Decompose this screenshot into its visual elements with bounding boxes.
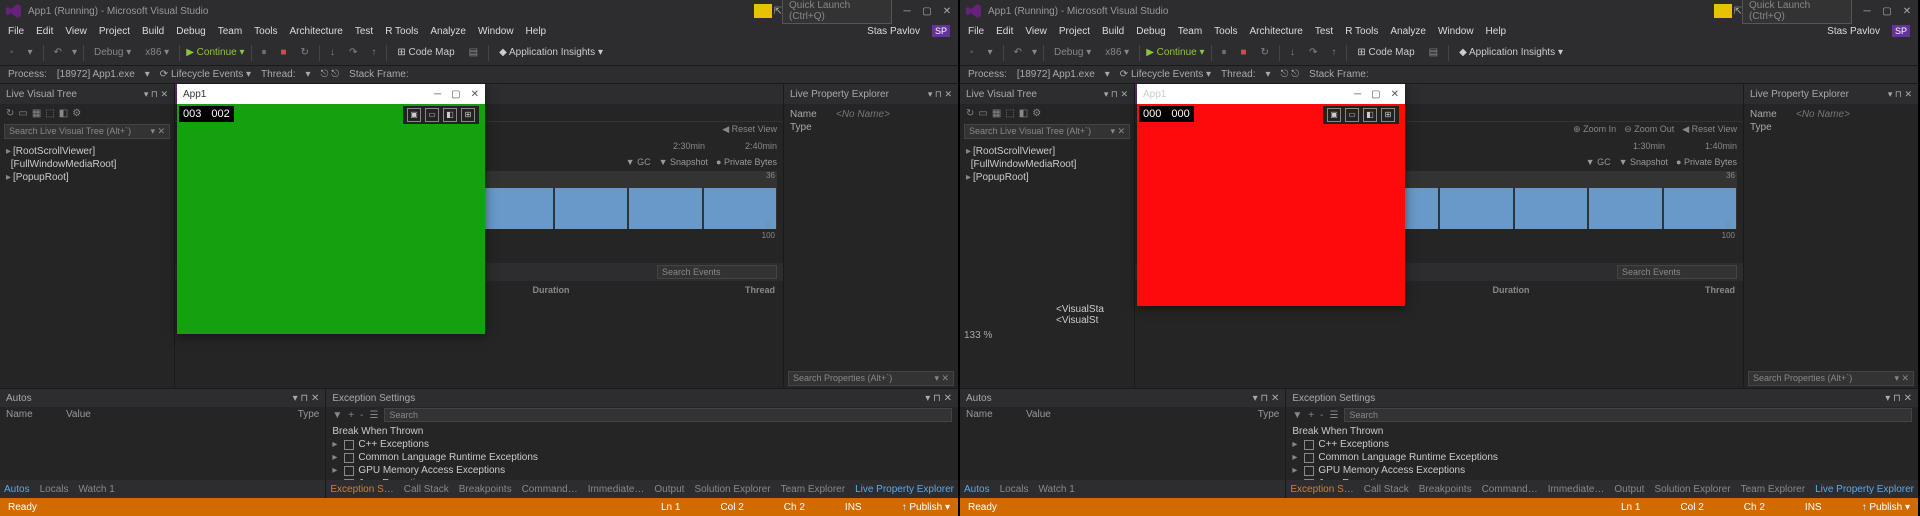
vs-logo-icon (6, 3, 22, 19)
lvt-search-input[interactable]: Search Live Visual Tree (Alt+`)▾ ✕ (4, 124, 170, 139)
go-to-live-tree-icon: ▣ (407, 108, 421, 122)
nav-back-icon[interactable]: ◦ (6, 46, 18, 59)
menu-window[interactable]: Window (478, 26, 514, 37)
pin-icon[interactable]: ▾ ⊓ ✕ (144, 89, 168, 100)
tool-icon[interactable]: ▤ (465, 46, 482, 59)
app-close-icon[interactable]: ✕ (471, 89, 479, 100)
menu-file[interactable]: File (8, 26, 24, 37)
frame-counter: 000000 (1139, 106, 1194, 122)
zoom-level[interactable]: 133 % (964, 330, 992, 341)
menu-bar: FileEditViewProjectBuildDebugTeamToolsAr… (960, 22, 1918, 40)
xaml-debug-toolbar[interactable]: ▣ ▭ ◧ ⊞ (403, 106, 479, 124)
titlebar: App1 (Running) - Microsoft Visual Studio… (0, 0, 958, 22)
panel-title-lpe: Live Property Explorer ▾ ⊓ ✕ (784, 84, 958, 104)
menu-test[interactable]: Test (355, 26, 373, 37)
process-label: Process: (8, 69, 47, 80)
quick-launch-input[interactable]: Quick Launch (Ctrl+Q) (1742, 0, 1852, 24)
vs-logo-icon (966, 3, 982, 19)
close-icon[interactable]: ✕ (942, 6, 952, 17)
tab-locals[interactable]: Locals (40, 484, 69, 495)
tab-output[interactable]: Output (654, 484, 684, 495)
tab-command[interactable]: Command… (522, 484, 578, 495)
menu-help[interactable]: Help (526, 26, 547, 37)
menu-bar: File Edit View Project Build Debug Team … (0, 22, 958, 40)
pin-icon[interactable]: ⇱ (774, 6, 782, 17)
pause-icon[interactable]: ⏸ (258, 46, 271, 59)
restart-icon[interactable]: ↻ (297, 46, 313, 59)
running-app-window: App1 ─▢✕ 003002 ▣▭◧⊞ (177, 84, 485, 334)
menu-rtools[interactable]: R Tools (385, 26, 418, 37)
tab-solution-explorer[interactable]: Solution Explorer (694, 484, 770, 495)
menu-view[interactable]: View (65, 26, 87, 37)
user-badge[interactable]: SP (932, 25, 950, 37)
maximize-icon[interactable]: ▢ (922, 6, 932, 17)
appinsights-button[interactable]: ◆ Application Insights ▾ (495, 46, 607, 59)
minimize-icon[interactable]: ─ (902, 6, 912, 17)
process-value[interactable]: [18972] App1.exe (57, 69, 135, 80)
main-toolbar: ◦ ▾ ↶ ▾ Debug ▾ x86 ▾ ▶ Continue ▾ ⏸ ■ ↻… (0, 40, 958, 66)
continue-button[interactable]: ▶ Continue ▾ (186, 47, 244, 58)
tab-live-prop-explorer[interactable]: Live Property Explorer (855, 484, 954, 495)
menu-build[interactable]: Build (142, 26, 164, 37)
search-events-input[interactable]: Search Events (657, 265, 777, 279)
step-into-icon[interactable]: ↓ (326, 46, 339, 59)
tab-callstack[interactable]: Call Stack (404, 484, 449, 495)
ide-instance-left: App1 (Running) - Microsoft Visual Studio… (0, 0, 960, 516)
exc-item[interactable]: ▸Common Language Runtime Exceptions (332, 451, 952, 464)
codemap-button[interactable]: ⊞ Code Map (393, 46, 458, 59)
exc-item[interactable]: ▸C++ Exceptions (332, 438, 952, 451)
tab-exception[interactable]: Exception S… (330, 484, 393, 495)
lpe-search-input[interactable]: Search Properties (Alt+`)▾ ✕ (788, 371, 954, 386)
tab-breakpoints[interactable]: Breakpoints (459, 484, 512, 495)
app-min-icon[interactable]: ─ (434, 89, 441, 100)
quick-launch-input[interactable]: Quick Launch (Ctrl+Q) (782, 0, 892, 24)
running-app-window: App1 ─▢✕ 000000 ▣▭◧⊞ (1137, 84, 1405, 306)
user-label: Stas Pavlov (867, 26, 920, 37)
publish-button[interactable]: ↑ Publish ▾ (902, 502, 950, 513)
tab-watch1[interactable]: Watch 1 (78, 484, 114, 495)
notification-icon[interactable] (754, 4, 772, 18)
tab-team-explorer[interactable]: Team Explorer (781, 484, 845, 495)
frame-counter: 003002 (179, 106, 234, 122)
menu-team[interactable]: Team (218, 26, 242, 37)
tab-immediate[interactable]: Immediate… (588, 484, 645, 495)
autos-panel: Autos▾ ⊓ ✕ NameValueType Autos Locals Wa… (0, 389, 326, 498)
menu-architecture[interactable]: Architecture (290, 26, 343, 37)
layout-adorners-icon: ◧ (443, 108, 457, 122)
step-out-icon[interactable]: ↑ (367, 46, 380, 59)
nav-fwd-icon[interactable]: ▾ (24, 46, 37, 59)
ide-instance-right: App1 (Running) - Microsoft Visual Studio… (960, 0, 1920, 516)
exc-item[interactable]: ▸GPU Memory Access Exceptions (332, 464, 952, 477)
menu-project[interactable]: Project (99, 26, 130, 37)
live-visual-tree-panel: Live Visual Tree▾ ⊓ ✕ ↻▭▦⬚◧⚙ Search Live… (960, 84, 1135, 388)
lvt-toolbar: ↻▭▦⬚◧⚙ (0, 104, 174, 122)
step-over-icon[interactable]: ↷ (345, 46, 361, 59)
tab-autos[interactable]: Autos (4, 484, 30, 495)
xaml-code-snippet: <VisualSta <VisualSt (1056, 304, 1104, 326)
menu-debug[interactable]: Debug (176, 26, 205, 37)
undo-icon[interactable]: ↶ (50, 46, 66, 59)
exc-search-input[interactable]: Search (384, 408, 952, 422)
live-visual-tree-panel: Live Visual Tree ▾ ⊓ ✕ ↻▭▦⬚◧⚙ Search Liv… (0, 84, 175, 388)
tree-item: [FullWindowMediaRoot] (6, 158, 168, 171)
tree-item: ▸[RootScrollViewer] (6, 145, 168, 158)
notification-icon[interactable] (1714, 4, 1732, 18)
menu-analyze[interactable]: Analyze (430, 26, 466, 37)
lvt-tree[interactable]: ▸[RootScrollViewer] [FullWindowMediaRoot… (0, 141, 174, 388)
live-property-explorer-panel: Live Property Explorer ▾ ⊓ ✕ Name<No Nam… (783, 84, 958, 388)
stop-icon[interactable]: ■ (277, 46, 291, 59)
app-max-icon[interactable]: ▢ (451, 89, 460, 100)
select-element-icon: ▭ (425, 108, 439, 122)
process-bar: Process: [18972] App1.exe ▾ ⟳ Lifecycle … (0, 66, 958, 84)
status-bar: Ready Ln 1 Col 2 Ch 2 INS ↑ Publish ▾ (0, 498, 958, 516)
menu-tools[interactable]: Tools (254, 26, 277, 37)
panel-title-lvt: Live Visual Tree ▾ ⊓ ✕ (0, 84, 174, 104)
debug-target[interactable]: Debug ▾ (90, 46, 135, 59)
track-focus-icon: ⊞ (461, 108, 475, 122)
exception-settings-panel: Exception Settings▾ ⊓ ✕ ▼+-☰ Search Brea… (326, 389, 958, 498)
tree-item: ▸[PopupRoot] (6, 171, 168, 184)
menu-edit[interactable]: Edit (36, 26, 53, 37)
